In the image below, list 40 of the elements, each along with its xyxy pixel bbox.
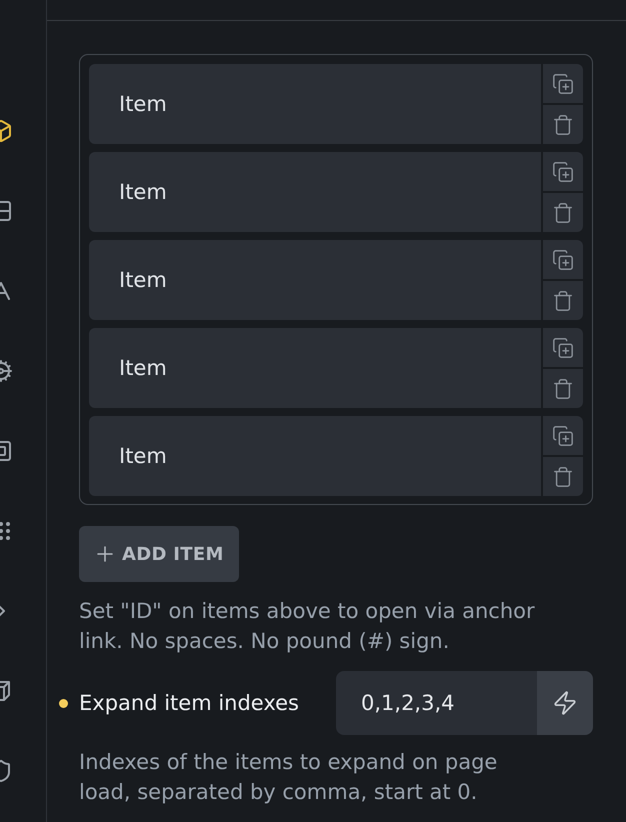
item-header[interactable]: Item xyxy=(89,328,541,408)
input-field[interactable]: 0,1,2,3,4 xyxy=(336,671,537,735)
trash-icon xyxy=(552,202,574,224)
duplicate-button[interactable] xyxy=(543,240,583,279)
item-header[interactable]: Item xyxy=(89,64,541,144)
delete-button[interactable] xyxy=(543,457,583,496)
trash-icon xyxy=(552,114,574,136)
copy-plus-icon xyxy=(552,72,574,94)
duplicate-button[interactable] xyxy=(543,416,583,455)
lightning-icon xyxy=(552,690,578,716)
zap-button[interactable] xyxy=(537,671,593,735)
shield-icon[interactable] xyxy=(0,759,13,783)
field-label: Expand item indexes xyxy=(79,691,300,715)
frame-icon[interactable] xyxy=(0,439,13,463)
duplicate-button[interactable] xyxy=(543,152,583,191)
field-hint-text: Indexes of the items to expand on page load, separated by comma, start at 0. xyxy=(79,749,498,806)
layout-icon[interactable] xyxy=(0,199,13,223)
copy-plus-icon xyxy=(552,160,574,182)
copy-plus-icon xyxy=(552,248,574,270)
item-header[interactable]: Item xyxy=(89,152,541,232)
copy-plus-icon xyxy=(552,424,574,446)
trash-icon xyxy=(552,290,574,312)
trash-icon xyxy=(552,378,574,400)
item-header[interactable]: Item xyxy=(89,416,541,496)
duplicate-button[interactable] xyxy=(543,328,583,367)
delete-button[interactable] xyxy=(543,369,583,408)
delete-button[interactable] xyxy=(543,193,583,232)
delete-button[interactable] xyxy=(543,105,583,144)
text-icon[interactable] xyxy=(0,279,13,303)
duplicate-button[interactable] xyxy=(543,64,583,103)
trash-icon xyxy=(552,466,574,488)
gear-icon[interactable] xyxy=(0,359,13,383)
delete-button[interactable] xyxy=(543,281,583,320)
cube-icon[interactable] xyxy=(0,119,13,143)
item-header[interactable]: Item xyxy=(89,240,541,320)
grip-icon[interactable] xyxy=(0,519,13,543)
copy-plus-icon xyxy=(552,336,574,358)
add-item-button[interactable]: ADD ITEM xyxy=(79,526,239,582)
anchor-hint-text: Set "ID" on items above to open via anchor link. No spaces. No pound (#) sign. xyxy=(79,598,536,655)
cuboid-icon[interactable] xyxy=(0,679,13,703)
